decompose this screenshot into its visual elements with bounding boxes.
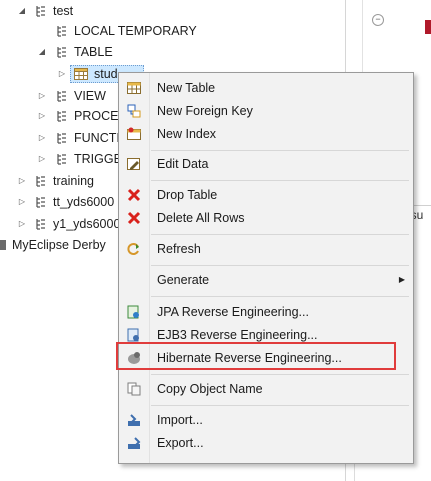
menu-separator — [151, 265, 409, 266]
collapse-twisty-icon[interactable]: ▷ — [37, 85, 47, 107]
edit-data-icon — [126, 156, 142, 172]
schema-icon — [54, 20, 70, 42]
menu-separator — [151, 180, 409, 181]
collapse-twisty-icon[interactable]: ▷ — [57, 63, 67, 85]
schema-icon — [54, 127, 70, 149]
tree-node-label: test — [53, 4, 74, 18]
menu-item-label: Drop Table — [157, 188, 218, 202]
menu-item-label: Delete All Rows — [157, 211, 245, 225]
schema-icon — [54, 105, 70, 127]
export-icon — [126, 435, 142, 451]
fold-icon[interactable]: − — [372, 14, 384, 26]
menu-item-new-table[interactable]: New Table — [119, 77, 413, 99]
schema-icon — [54, 148, 70, 170]
menu-separator — [151, 405, 409, 406]
menu-item-label: JPA Reverse Engineering... — [157, 305, 309, 319]
table-icon — [73, 63, 89, 85]
tree-node-label: VIEW — [74, 89, 106, 103]
collapse-twisty-icon[interactable]: ▷ — [37, 127, 47, 149]
context-menu: New Table New Foreign Key New Index Edit… — [118, 72, 414, 464]
expand-twisty-icon[interactable]: ◢ — [17, 0, 27, 22]
drop-icon — [126, 187, 142, 203]
jpa-icon — [126, 304, 142, 320]
refresh-icon — [126, 241, 142, 257]
tree-node-label: PROCE — [74, 109, 119, 123]
tree-node-local-temporary[interactable]: LOCAL TEMPORARY — [0, 20, 340, 42]
schema-icon — [54, 85, 70, 107]
menu-item-drop-table[interactable]: Drop Table — [119, 184, 413, 206]
tree-node-label: TRIGGE — [74, 152, 122, 166]
schema-icon — [33, 191, 49, 213]
menu-separator — [151, 296, 409, 297]
delete-icon — [126, 210, 142, 226]
collapse-twisty-icon[interactable]: ▷ — [37, 148, 47, 170]
collapse-twisty-icon[interactable]: ▷ — [17, 170, 27, 192]
menu-separator — [151, 150, 409, 151]
highlight-box — [116, 342, 396, 370]
menu-item-new-index[interactable]: New Index — [119, 123, 413, 145]
collapse-twisty-icon[interactable]: ▷ — [17, 191, 27, 213]
tree-node-label: y1_yds6000 — [53, 217, 121, 231]
menu-item-import[interactable]: Import... — [119, 409, 413, 431]
menu-item-delete-all-rows[interactable]: Delete All Rows — [119, 207, 413, 229]
tree-node-test[interactable]: ◢ test — [0, 0, 340, 22]
index-icon — [126, 126, 142, 142]
menu-item-export[interactable]: Export... — [119, 432, 413, 454]
error-marker — [425, 20, 431, 34]
schema-icon — [33, 0, 49, 22]
schema-icon — [33, 170, 49, 192]
collapse-twisty-icon[interactable]: ▷ — [17, 213, 27, 235]
submenu-arrow-icon: ▶ — [398, 275, 405, 284]
menu-item-copy-object-name[interactable]: Copy Object Name — [119, 378, 413, 400]
menu-item-label: New Table — [157, 81, 216, 95]
menu-item-label: New Foreign Key — [157, 104, 253, 118]
new-table-icon — [126, 80, 142, 96]
foreign-key-icon — [126, 103, 142, 119]
tree-node-label: tt_yds6000 — [53, 195, 115, 209]
tree-node-table[interactable]: ◢ TABLE — [0, 41, 340, 63]
menu-separator — [151, 234, 409, 235]
collapse-twisty-icon[interactable]: ▷ — [37, 105, 47, 127]
menu-item-label: Refresh — [157, 242, 201, 256]
tree-node-label: MyEclipse Derby — [12, 238, 106, 252]
tree-node-label: TABLE — [74, 45, 113, 59]
tree-node-label: LOCAL TEMPORARY — [74, 24, 197, 38]
tree-node-label: FUNCTI — [74, 131, 120, 145]
expand-twisty-icon[interactable]: ◢ — [37, 41, 47, 63]
schema-icon — [54, 41, 70, 63]
menu-item-label: Edit Data — [157, 157, 209, 171]
menu-item-new-foreign-key[interactable]: New Foreign Key — [119, 100, 413, 122]
menu-item-label: New Index — [157, 127, 217, 141]
menu-item-jpa-reverse-engineering[interactable]: JPA Reverse Engineering... — [119, 301, 413, 323]
menu-item-generate[interactable]: Generate ▶ — [119, 269, 413, 291]
menu-item-label: Export... — [157, 436, 204, 450]
database-icon — [0, 234, 12, 256]
tree-node-label: stud — [94, 67, 118, 81]
menu-item-edit-data[interactable]: Edit Data — [119, 153, 413, 175]
menu-item-label: Generate — [157, 273, 210, 287]
tree-node-label: training — [53, 174, 94, 188]
menu-item-label: Copy Object Name — [157, 382, 263, 396]
import-icon — [126, 412, 142, 428]
menu-item-label: Import... — [157, 413, 203, 427]
schema-icon — [33, 213, 49, 235]
ejb3-icon — [126, 327, 142, 343]
copy-icon — [126, 381, 142, 397]
menu-item-refresh[interactable]: Refresh — [119, 238, 413, 260]
menu-separator — [151, 374, 409, 375]
